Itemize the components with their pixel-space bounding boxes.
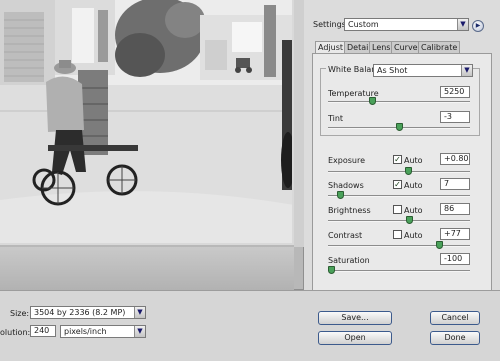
contrast-slider-track[interactable]: [328, 245, 470, 247]
contrast-auto-label: Auto: [404, 231, 423, 240]
tab-calibrate[interactable]: Calibrate: [418, 41, 461, 53]
photo-preview: [0, 0, 294, 245]
shadows-slider-track[interactable]: [328, 195, 470, 197]
exposure-slider-thumb[interactable]: [404, 167, 412, 175]
resolution-input[interactable]: 240: [30, 325, 56, 337]
shadows-label: Shadows: [328, 181, 364, 190]
done-button[interactable]: Done: [430, 331, 480, 345]
checkmark-icon: ✓: [394, 180, 401, 189]
exposure-auto-label: Auto: [404, 156, 423, 165]
temperature-input[interactable]: 5250: [440, 86, 470, 98]
temperature-slider-thumb[interactable]: [368, 97, 376, 105]
resolution-unit-value: pixels/inch: [64, 327, 107, 336]
preview-status-strip: [0, 247, 294, 290]
preview-scrollbar[interactable]: [294, 0, 304, 247]
tab-lens[interactable]: Lens: [369, 41, 394, 53]
chevron-down-icon: ▼: [457, 19, 468, 30]
size-label: Size:: [10, 309, 30, 318]
saturation-input[interactable]: -100: [440, 253, 470, 265]
tab-calibrate-label: Calibrate: [421, 43, 458, 52]
play-arrow-icon: ▶: [475, 22, 481, 29]
contrast-label: Contrast: [328, 231, 363, 240]
shadows-auto-checkbox[interactable]: ✓: [393, 180, 402, 189]
contrast-slider-thumb[interactable]: [436, 241, 443, 249]
chevron-down-icon: ▼: [134, 326, 145, 337]
brightness-slider-track[interactable]: [328, 220, 470, 222]
saturation-label: Saturation: [328, 256, 370, 265]
size-select-value: 3504 by 2336 (8.2 MP): [34, 308, 126, 317]
brightness-auto-label: Auto: [404, 206, 423, 215]
settings-select[interactable]: Custom ▼: [344, 18, 469, 31]
temperature-slider-track[interactable]: [328, 101, 470, 103]
saturation-slider-track[interactable]: [328, 270, 470, 272]
tab-detail-label: Detail: [347, 43, 371, 52]
tab-curve-label: Curve: [394, 43, 418, 52]
tab-curve[interactable]: Curve: [391, 41, 421, 53]
exposure-auto-checkbox[interactable]: ✓: [393, 155, 402, 164]
exposure-label: Exposure: [328, 156, 366, 165]
checkmark-icon: ✓: [394, 155, 401, 164]
contrast-input[interactable]: +77: [440, 228, 470, 240]
save-button[interactable]: Save...: [318, 311, 392, 325]
tab-lens-label: Lens: [372, 43, 391, 52]
brightness-auto-checkbox[interactable]: [393, 205, 402, 214]
chevron-down-icon: ▼: [134, 307, 145, 318]
brightness-label: Brightness: [328, 206, 371, 215]
tab-adjust-label: Adjust: [318, 43, 344, 52]
contrast-auto-checkbox[interactable]: [393, 230, 402, 239]
tint-slider-thumb[interactable]: [395, 123, 403, 131]
exposure-slider-track[interactable]: [328, 171, 470, 173]
saturation-slider-thumb[interactable]: [328, 266, 335, 274]
settings-select-value: Custom: [348, 20, 379, 29]
open-button[interactable]: Open: [318, 331, 392, 345]
brightness-input[interactable]: 86: [440, 203, 470, 215]
exposure-input[interactable]: +0.80: [440, 153, 470, 165]
cancel-button[interactable]: Cancel: [430, 311, 480, 325]
chevron-down-icon: ▼: [461, 65, 472, 76]
tint-label: Tint: [328, 114, 344, 123]
resolution-label: olution:: [0, 328, 31, 337]
shadows-input[interactable]: 7: [440, 178, 470, 190]
white-balance-select[interactable]: As Shot ▼: [373, 64, 473, 77]
white-balance-value: As Shot: [377, 66, 408, 75]
shadows-auto-label: Auto: [404, 181, 423, 190]
settings-menu-button[interactable]: ▶: [472, 20, 484, 32]
size-select[interactable]: 3504 by 2336 (8.2 MP) ▼: [30, 306, 146, 319]
resolution-unit-select[interactable]: pixels/inch ▼: [60, 325, 146, 338]
tint-input[interactable]: -3: [440, 111, 470, 123]
